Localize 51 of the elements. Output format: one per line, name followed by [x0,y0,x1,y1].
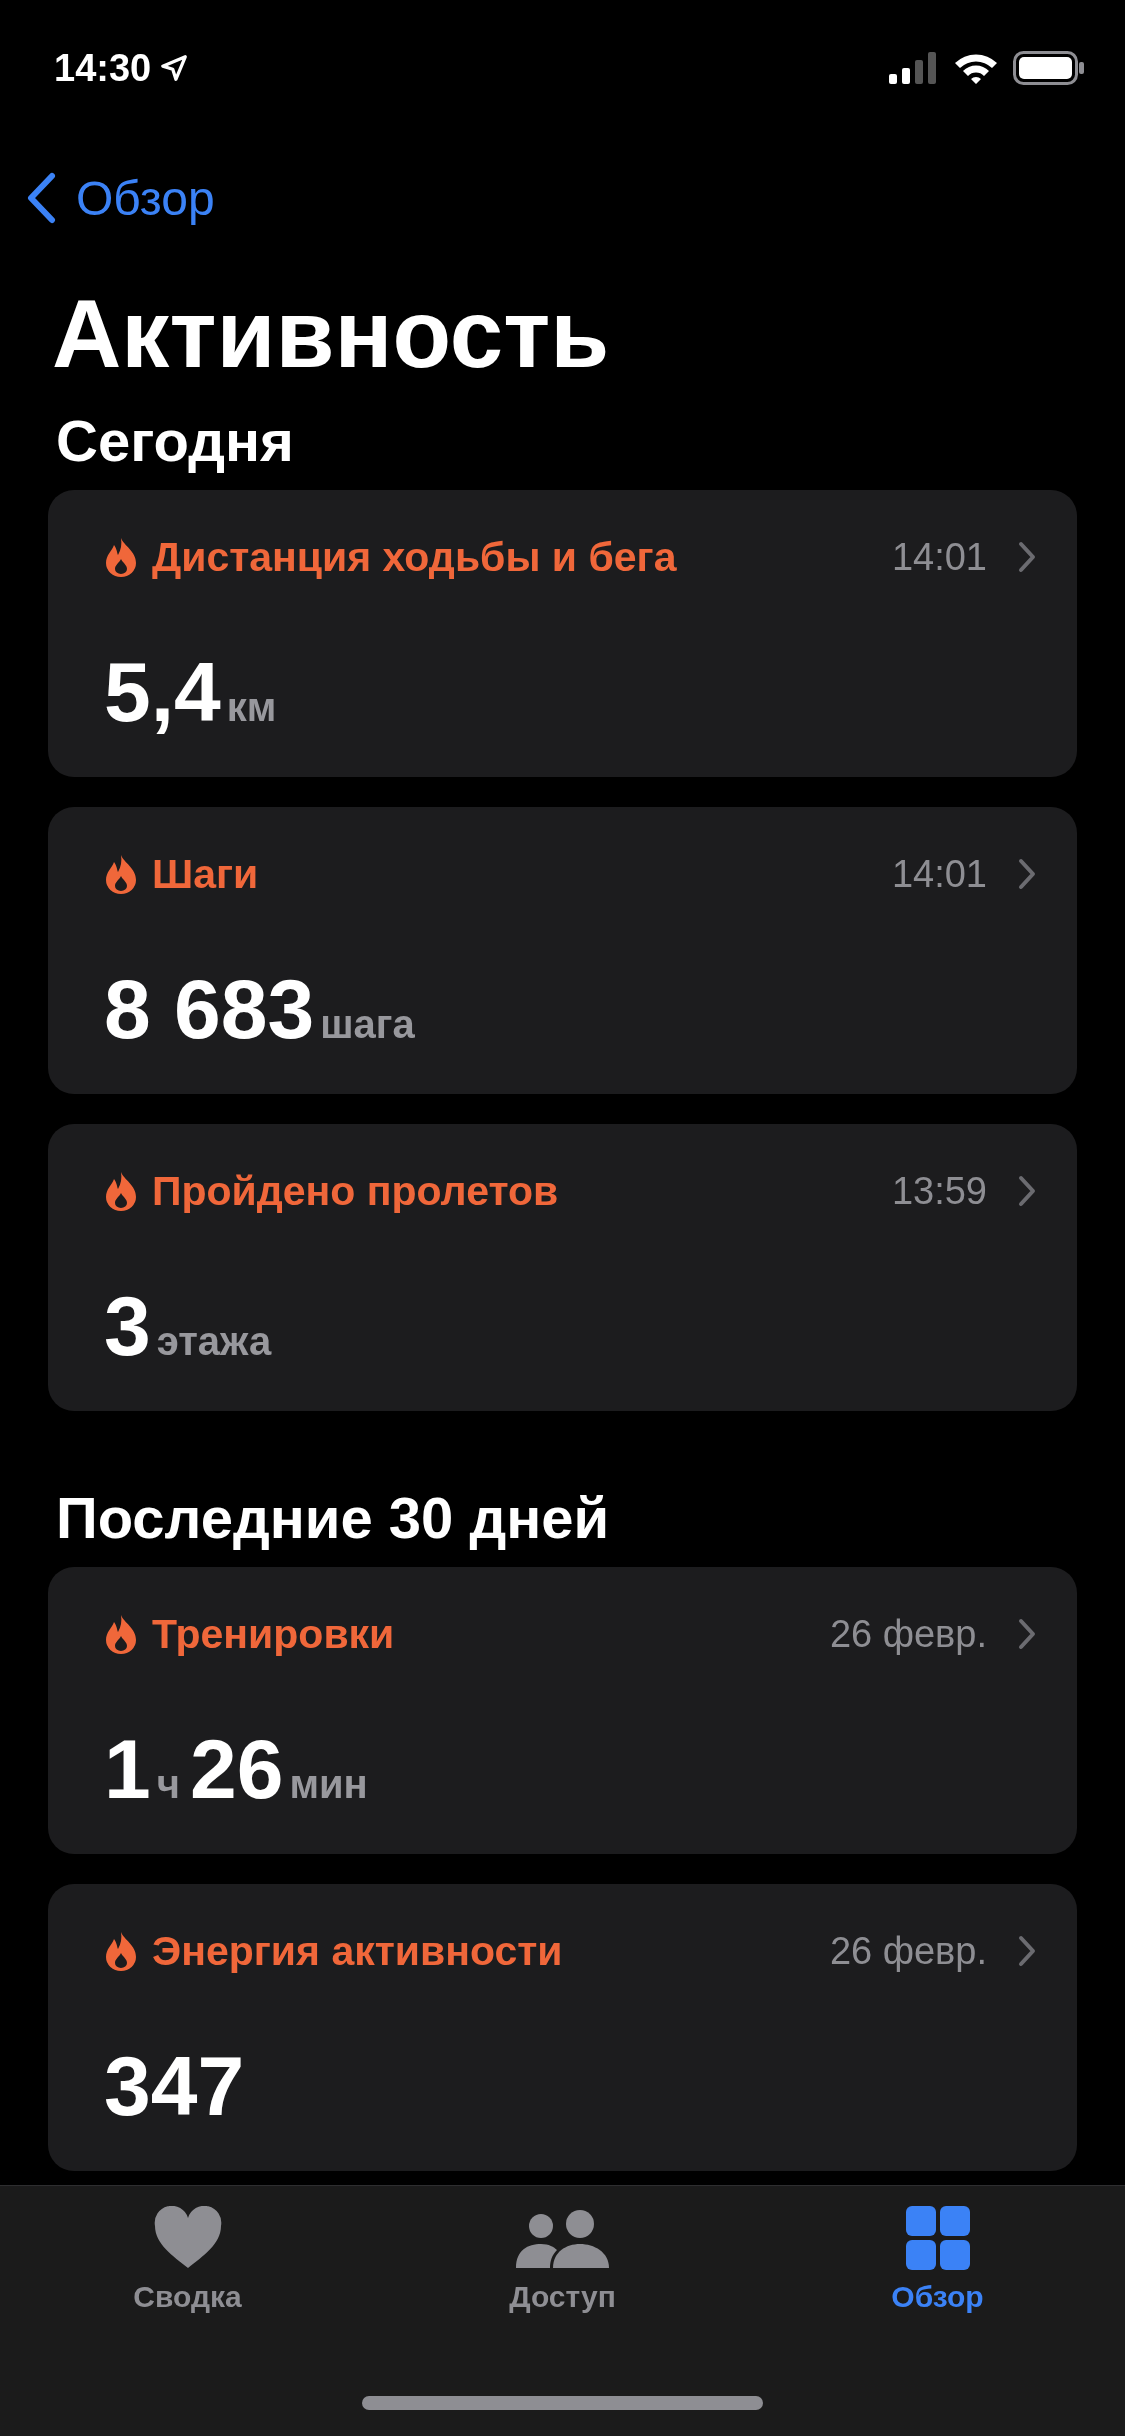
metric-card[interactable]: Пройдено пролетов 13:59 3 этажа [48,1124,1077,1411]
metric-value: 26 [189,1721,284,1817]
metric-card[interactable]: Энергия активности 26 февр. 347 [48,1884,1077,2171]
back-chevron-icon [26,172,56,224]
battery-icon [1013,51,1085,85]
flame-icon [104,537,138,577]
wifi-icon [953,51,999,85]
metric-value: 1 [104,1721,151,1817]
grid-icon [905,2206,970,2270]
back-button[interactable]: Обзор [26,170,215,226]
metric-card[interactable]: Шаги 14:01 8 683 шага [48,807,1077,1094]
metric-unit: мин [289,1762,368,1807]
tab[interactable]: Обзор [787,2206,1088,2314]
metric-value: 5,4 [104,644,221,740]
metric-date: 26 февр. [829,1612,987,1656]
chevron-right-icon [1017,1174,1037,1208]
metric-title: Тренировки [152,1610,396,1658]
flame-icon [104,1614,138,1654]
metric-date: 13:59 [891,1169,987,1213]
metric-unit: шага [320,1002,415,1047]
tab[interactable]: Сводка [37,2206,338,2314]
metric-title: Шаги [152,850,260,898]
chevron-right-icon [1017,1934,1037,1968]
metric-title: Пройдено пролетов [152,1167,560,1215]
chevron-right-icon [1017,540,1037,574]
metric-unit: км [226,685,277,730]
metric-date: 14:01 [891,852,987,896]
tab[interactable]: Доступ [412,2206,713,2314]
chevron-right-icon [1017,1617,1037,1651]
flame-icon [104,1931,138,1971]
flame-icon [104,854,138,894]
metric-card[interactable]: Дистанция ходьбы и бега 14:01 5,4км [48,490,1077,777]
location-arrow-icon [159,53,190,83]
metric-value: 3 [104,1278,151,1374]
section-title: Сегодня [56,407,295,475]
signal-icon [889,52,939,84]
metric-value: 347 [104,2038,245,2134]
heart-icon [152,2206,223,2270]
metric-value: 8 683 [104,961,315,1057]
metric-title: Дистанция ходьбы и бега [152,533,678,581]
metric-date: 14:01 [891,535,987,579]
section-title: Последние 30 дней [56,1484,611,1552]
page-title: Активность [52,279,611,389]
metric-unit: этажа [156,1319,272,1364]
metric-card[interactable]: Тренировки 26 февр. 1 ч 26 мин [48,1567,1077,1854]
metric-title: Энергия активности [152,1927,564,1975]
chevron-right-icon [1017,857,1037,891]
status-time: 14:30 [54,46,152,90]
flame-icon [104,1171,138,1211]
metric-date: 26 февр. [829,1929,987,1973]
metric-unit: ч [156,1762,180,1807]
